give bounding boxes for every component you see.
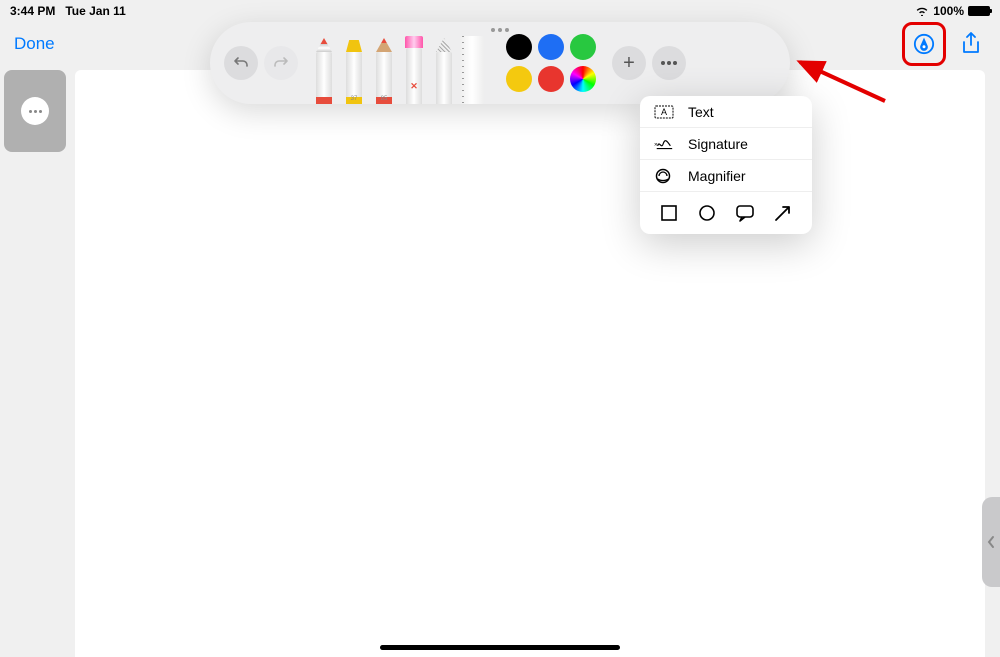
popover-magnifier-label: Magnifier — [688, 168, 746, 184]
markup-button[interactable] — [909, 29, 939, 59]
lasso-tool[interactable] — [430, 32, 458, 104]
toolbar-grab-handle[interactable] — [491, 28, 509, 32]
color-green[interactable] — [570, 34, 596, 60]
canvas[interactable] — [75, 70, 985, 657]
status-time: 3:44 PM — [10, 4, 55, 18]
markup-toolbar: 37 85 + — [210, 22, 790, 104]
shape-arrow[interactable] — [772, 202, 794, 224]
status-date: Tue Jan 11 — [65, 4, 125, 18]
status-bar: 3:44 PM Tue Jan 11 100% — [0, 0, 1000, 22]
shape-square[interactable] — [658, 202, 680, 224]
pen-tool[interactable] — [310, 32, 338, 104]
magnifier-icon — [654, 168, 674, 184]
popover-shapes-row — [640, 192, 812, 234]
shape-circle[interactable] — [696, 202, 718, 224]
add-popover: A Text × Signature Magnifier — [640, 96, 812, 234]
redo-icon — [273, 55, 289, 71]
popover-signature-label: Signature — [688, 136, 748, 152]
battery-icon — [968, 6, 990, 16]
done-button[interactable]: Done — [14, 34, 55, 54]
color-black[interactable] — [506, 34, 532, 60]
drawing-tools: 37 85 — [310, 22, 484, 104]
color-red[interactable] — [538, 66, 564, 92]
popover-text-label: Text — [688, 104, 714, 120]
redo-button[interactable] — [264, 46, 298, 80]
pen-tip-icon — [913, 33, 935, 55]
text-icon: A — [654, 105, 674, 119]
highlighter-tool[interactable]: 37 — [340, 32, 368, 104]
ellipsis-icon — [661, 61, 677, 65]
share-button[interactable] — [956, 29, 986, 59]
battery-percent: 100% — [933, 4, 964, 18]
wifi-icon — [915, 6, 929, 16]
pencil-tool[interactable]: 85 — [370, 32, 398, 104]
thumbnail-more-icon[interactable] — [21, 97, 49, 125]
popover-signature[interactable]: × Signature — [640, 128, 812, 160]
annotation-highlight — [902, 22, 946, 66]
signature-icon: × — [654, 137, 674, 151]
color-blue[interactable] — [538, 34, 564, 60]
popover-magnifier[interactable]: Magnifier — [640, 160, 812, 192]
more-button[interactable] — [652, 46, 686, 80]
color-picker[interactable] — [570, 66, 596, 92]
svg-text:A: A — [661, 107, 667, 117]
page-thumbnail[interactable] — [4, 70, 66, 152]
edge-pull-handle[interactable] — [982, 497, 1000, 587]
undo-icon — [233, 55, 249, 71]
add-button[interactable]: + — [612, 46, 646, 80]
home-indicator[interactable] — [380, 645, 620, 650]
plus-icon: + — [623, 52, 635, 75]
chevron-left-icon — [987, 535, 995, 549]
eraser-tool[interactable] — [400, 32, 428, 104]
share-icon — [960, 32, 982, 56]
color-yellow[interactable] — [506, 66, 532, 92]
ruler-tool[interactable] — [460, 36, 484, 104]
popover-text[interactable]: A Text — [640, 96, 812, 128]
undo-button[interactable] — [224, 46, 258, 80]
shape-speech-bubble[interactable] — [734, 202, 756, 224]
color-palette — [506, 34, 596, 92]
